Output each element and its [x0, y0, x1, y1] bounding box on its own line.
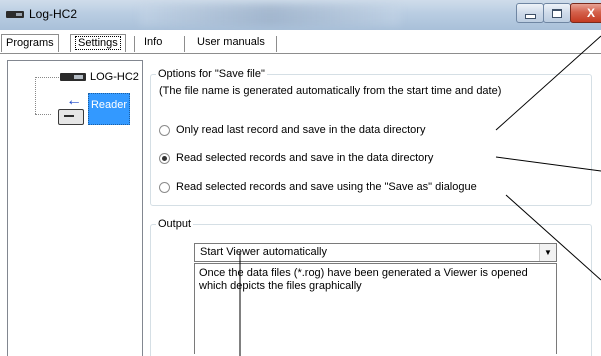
- tab-settings-label: Settings: [75, 36, 121, 50]
- radio-selected-records-data-dir[interactable]: Read selected records and save in the da…: [159, 151, 433, 165]
- device-icon: [6, 11, 24, 18]
- menu-divider: [134, 36, 135, 52]
- group-title: Options for "Save file": [156, 68, 267, 80]
- output-group: Output Start Viewer automatically ▼ Once…: [150, 218, 592, 356]
- minimize-icon: [524, 13, 536, 19]
- radio-label: Read selected records and save using the…: [176, 181, 477, 193]
- maximize-button[interactable]: [543, 3, 571, 23]
- output-select-value: Start Viewer automatically: [200, 246, 327, 258]
- radio-button[interactable]: [159, 124, 170, 136]
- tree-line: [35, 114, 51, 115]
- tree-line: [35, 77, 59, 78]
- save-file-note: (The file name is generated automaticall…: [159, 85, 502, 97]
- tab-programs-label: Programs: [6, 37, 54, 49]
- maximize-icon: [552, 8, 562, 18]
- tree-line: [35, 77, 36, 114]
- arrow-left-icon: ←: [66, 92, 82, 109]
- radio-only-last-record[interactable]: Only read last record and save in the da…: [159, 123, 425, 137]
- radio-button-selected[interactable]: [159, 152, 170, 164]
- application-window: Log-HC2 X Programs Settings Info User ma…: [0, 0, 601, 356]
- minimize-button[interactable]: [516, 3, 544, 23]
- close-icon: X: [586, 6, 595, 20]
- output-description: Once the data files (*.rog) have been ge…: [194, 263, 557, 354]
- tab-info[interactable]: Info: [140, 34, 166, 51]
- tree-item-log-hc2[interactable]: LOG-HC2: [90, 71, 139, 83]
- menu-divider: [276, 36, 277, 52]
- output-description-text: Once the data files (*.rog) have been ge…: [199, 267, 528, 292]
- blurred-title-area: [140, 4, 400, 26]
- tab-user-manuals-label: User manuals: [197, 36, 265, 48]
- tab-settings[interactable]: Settings: [70, 34, 126, 52]
- window-title: Log-HC2: [29, 7, 78, 21]
- radio-selected-records-save-as[interactable]: Read selected records and save using the…: [159, 180, 477, 194]
- title-bar: Log-HC2 X: [0, 0, 601, 31]
- group-title: Output: [156, 218, 194, 230]
- menu-bar: Programs Settings Info User manuals: [0, 30, 601, 53]
- radio-label: Only read last record and save in the da…: [176, 124, 426, 136]
- save-file-options-group: Options for "Save file" (The file name i…: [150, 68, 592, 206]
- reader-device-icon: [58, 109, 84, 125]
- tree-item-reader[interactable]: Reader: [88, 93, 130, 125]
- tree-item-reader-label: Reader: [90, 99, 128, 111]
- radio-label: Read selected records and save in the da…: [176, 152, 434, 164]
- tab-user-manuals[interactable]: User manuals: [193, 34, 269, 51]
- close-button[interactable]: X: [570, 3, 601, 23]
- menu-divider: [184, 36, 185, 52]
- chevron-down-icon[interactable]: ▼: [539, 244, 556, 261]
- reader-icon: ←: [58, 92, 88, 126]
- output-select[interactable]: Start Viewer automatically ▼: [194, 243, 557, 262]
- device-tree: LOG-HC2 ← Reader: [7, 60, 143, 356]
- radio-button[interactable]: [159, 181, 170, 193]
- tab-programs[interactable]: Programs: [1, 34, 59, 52]
- device-icon: [60, 73, 86, 81]
- tab-info-label: Info: [144, 36, 163, 48]
- content-divider: [0, 53, 601, 54]
